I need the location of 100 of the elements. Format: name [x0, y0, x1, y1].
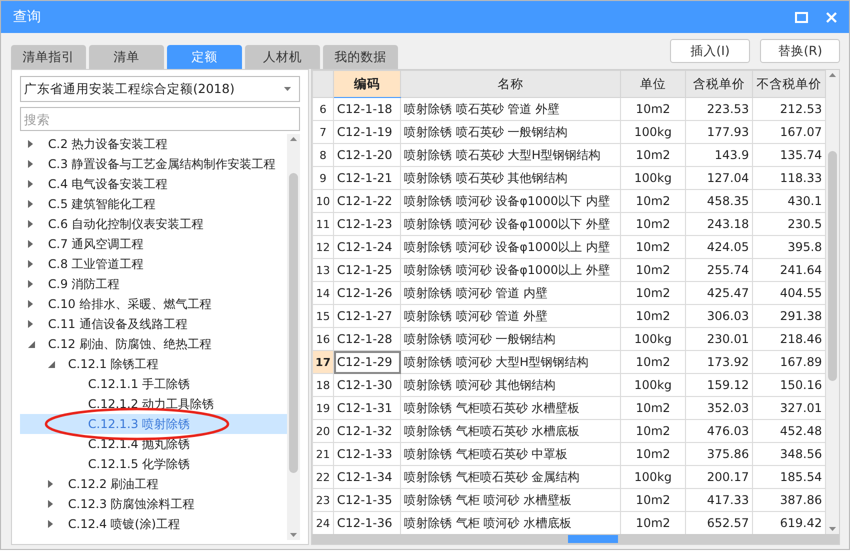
table-cell: 476.03	[686, 420, 752, 442]
expand-arrow-icon[interactable]	[28, 220, 33, 228]
row-number: 23	[312, 488, 334, 512]
row-number: 20	[312, 420, 334, 442]
row-number: 8	[312, 144, 334, 166]
table-cell: 喷射除锈 喷河砂 大型H型钢钢结构	[400, 350, 620, 374]
table-cell: 喷射除锈 喷河砂 其他钢结构	[400, 374, 620, 396]
scroll-down-icon[interactable]	[290, 533, 297, 537]
tree-item[interactable]: C.2 热力设备安装工程	[20, 134, 287, 154]
tree-item[interactable]: C.12.2 刷油工程	[20, 474, 287, 494]
table-cell: C12-1-23	[334, 212, 400, 236]
scrollbar[interactable]	[287, 134, 300, 540]
table-cell: C12-1-35	[334, 488, 400, 512]
library-dropdown[interactable]: 广东省通用安装工程综合定额(2018)	[20, 76, 300, 102]
horizontal-scrollbar[interactable]	[312, 534, 839, 544]
table-cell: 喷射除锈 喷石英砂 一般钢结构	[400, 120, 620, 144]
table-cell: C12-1-31	[334, 396, 400, 420]
expand-arrow-icon[interactable]	[28, 200, 33, 208]
table-cell: 352.03	[686, 396, 752, 420]
table-cell: C12-1-30	[334, 374, 400, 396]
window-title: 查询	[13, 8, 42, 26]
table-cell: 424.05	[686, 236, 752, 258]
collapse-arrow-icon[interactable]	[48, 360, 55, 368]
tab[interactable]: 清单	[89, 45, 164, 69]
table-cell: 10m2	[620, 98, 686, 120]
expand-arrow-icon[interactable]	[28, 320, 33, 328]
table-cell: C12-1-18	[334, 98, 400, 120]
search-field[interactable]: 搜索	[20, 107, 300, 131]
column-header[interactable]: 含税单价	[686, 70, 752, 98]
table-cell: 10m2	[620, 350, 686, 374]
table-cell: 喷射除锈 喷河砂 设备φ1000以上 外壁	[400, 258, 620, 282]
close-icon[interactable]	[826, 12, 837, 22]
table-cell: 喷射除锈 喷河砂 设备φ1000以上 内壁	[400, 236, 620, 258]
expand-arrow-icon[interactable]	[28, 240, 33, 248]
table-cell: 223.53	[686, 98, 752, 120]
expand-arrow-icon[interactable]	[28, 260, 33, 268]
collapse-arrow-icon[interactable]	[28, 340, 35, 348]
tab[interactable]: 清单指引	[11, 45, 86, 69]
expand-arrow-icon[interactable]	[48, 480, 53, 488]
tree-item[interactable]: C.12.1.5 化学除锈	[20, 454, 287, 474]
tree-item[interactable]: C.9 消防工程	[20, 274, 287, 294]
table-cell: C12-1-32	[334, 420, 400, 442]
column-header[interactable]: 编码	[334, 70, 400, 98]
scroll-up-icon[interactable]	[290, 137, 297, 141]
table-cell: 喷射除锈 喷石英砂 管道 外壁	[400, 98, 620, 120]
tree-item[interactable]: C.10 给排水、采暖、燃气工程	[20, 294, 287, 314]
table-cell: 喷射除锈 喷石英砂 其他钢结构	[400, 166, 620, 190]
expand-arrow-icon[interactable]	[28, 140, 33, 148]
table-cell: 喷射除锈 喷河砂 一般钢结构	[400, 328, 620, 350]
row-number: 6	[312, 98, 334, 120]
column-header[interactable]: 单位	[620, 70, 686, 98]
table-cell: 100kg	[620, 120, 686, 144]
tree-item[interactable]: C.12.1 除锈工程	[20, 354, 287, 374]
row-number: 11	[312, 212, 334, 236]
table-cell: C12-1-28	[334, 328, 400, 350]
column-header[interactable]: 不含税单价	[752, 70, 826, 98]
expand-arrow-icon[interactable]	[48, 500, 53, 508]
row-number: 15	[312, 304, 334, 328]
tree-item[interactable]: C.12.3 防腐蚀涂料工程	[20, 494, 287, 514]
tree-item[interactable]: C.7 通风空调工程	[20, 234, 287, 254]
action-button[interactable]: 插入(I)	[670, 39, 750, 63]
table-cell: C12-1-34	[334, 466, 400, 488]
scroll-up-icon[interactable]	[829, 73, 836, 77]
table-cell: 喷射除锈 气柜喷石英砂 金属结构	[400, 466, 620, 488]
tab[interactable]: 我的数据	[323, 45, 398, 69]
caret-icon	[284, 87, 291, 91]
table-cell: C12-1-19	[334, 120, 400, 144]
expand-arrow-icon[interactable]	[28, 280, 33, 288]
table-cell: 10m2	[620, 212, 686, 236]
tree-item[interactable]: C.3 静置设备与工艺金属结构制作安装工程	[20, 154, 287, 174]
tree-item[interactable]: C.4 电气设备安装工程	[20, 174, 287, 194]
scrollbar[interactable]	[826, 70, 839, 534]
row-number: 18	[312, 374, 334, 396]
maximize-icon[interactable]	[795, 12, 808, 22]
tree-item[interactable]: C.5 建筑智能化工程	[20, 194, 287, 214]
table-cell: 喷射除锈 气柜喷石英砂 中罩板	[400, 442, 620, 466]
table-cell: 10m2	[620, 420, 686, 442]
expand-arrow-icon[interactable]	[48, 520, 53, 528]
expand-arrow-icon[interactable]	[28, 180, 33, 188]
action-button[interactable]: 替换(R)	[760, 39, 840, 63]
row-number: 10	[312, 190, 334, 212]
row-number: 22	[312, 466, 334, 488]
tab[interactable]: 人材机	[245, 45, 320, 69]
scroll-down-icon[interactable]	[829, 527, 836, 531]
tree-item[interactable]: C.11 通信设备及线路工程	[20, 314, 287, 334]
tree-item[interactable]: C.6 自动化控制仪表安装工程	[20, 214, 287, 234]
expand-arrow-icon[interactable]	[28, 300, 33, 308]
tree-item[interactable]: C.8 工业管道工程	[20, 254, 287, 274]
tree-item[interactable]: C.12 刷油、防腐蚀、绝热工程	[20, 334, 287, 354]
table-cell: 喷射除锈 气柜 喷河砂 水槽壁板	[400, 488, 620, 512]
table-cell: 306.03	[686, 304, 752, 328]
tree-item[interactable]: C.12.1.1 手工除锈	[20, 374, 287, 394]
expand-arrow-icon[interactable]	[28, 160, 33, 168]
table-cell: 10m2	[620, 282, 686, 304]
column-header[interactable]: 名称	[400, 70, 620, 98]
tree-item[interactable]: C.12.4 喷镀(涂)工程	[20, 514, 287, 534]
table-cell: C12-1-22	[334, 190, 400, 212]
table-cell: 10m2	[620, 304, 686, 328]
table-cell: 喷射除锈 喷河砂 管道 内壁	[400, 282, 620, 304]
row-number: 14	[312, 282, 334, 304]
